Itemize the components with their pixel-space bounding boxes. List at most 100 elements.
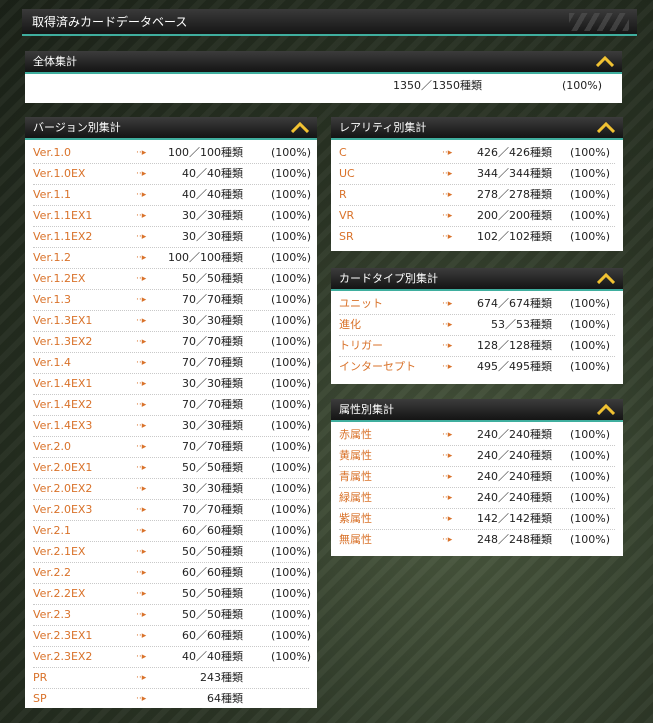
list-row: Ver.1.2EX ··▸ 50／50種類 (100%) — [33, 269, 311, 290]
list-row: 黄属性 ··▸ 240／240種類 (100%) — [339, 446, 615, 467]
row-label[interactable]: Ver.1.2EX — [33, 269, 85, 289]
list-row: PR ··▸ 243種類 — [33, 668, 309, 689]
row-label[interactable]: Ver.1.4EX3 — [33, 416, 92, 436]
row-count: 70／70種類 — [182, 335, 243, 348]
row-label[interactable]: Ver.1.2 — [33, 248, 71, 268]
dotted-arrow-icon: ··▸ — [442, 341, 453, 351]
row-label[interactable]: 赤属性 — [339, 425, 372, 445]
row-label[interactable]: 進化 — [339, 315, 361, 335]
list-row: C ··▸ 426／426種類 (100%) — [339, 143, 615, 164]
row-label[interactable]: Ver.1.0 — [33, 143, 71, 163]
row-label[interactable]: VR — [339, 206, 354, 226]
row-label[interactable]: Ver.1.1EX1 — [33, 206, 92, 226]
row-percent: (100%) — [569, 512, 610, 525]
row-label[interactable]: ユニット — [339, 294, 383, 314]
dotted-arrow-icon: ··▸ — [136, 169, 147, 179]
row-label[interactable]: Ver.2.2EX — [33, 584, 85, 604]
row-label[interactable]: Ver.1.3EX2 — [33, 332, 92, 352]
row-label[interactable]: Ver.2.1EX — [33, 542, 85, 562]
row-label[interactable]: SR — [339, 227, 354, 247]
dotted-arrow-icon: ··▸ — [136, 568, 147, 578]
overall-count: 1350／1350種類 — [393, 79, 482, 92]
row-label[interactable]: 紫属性 — [339, 509, 372, 529]
row-label[interactable]: Ver.1.1EX2 — [33, 227, 92, 247]
collapse-chevron-icon[interactable] — [597, 121, 615, 133]
dotted-arrow-icon: ··▸ — [136, 295, 147, 305]
dotted-arrow-icon: ··▸ — [136, 526, 147, 536]
dotted-arrow-icon: ··▸ — [136, 253, 147, 263]
row-percent: (100%) — [270, 566, 311, 579]
list-row: Ver.2.2EX ··▸ 50／50種類 (100%) — [33, 584, 311, 605]
row-percent: (100%) — [270, 440, 311, 453]
row-percent: (100%) — [270, 209, 311, 222]
list-row: Ver.2.0 ··▸ 70／70種類 (100%) — [33, 437, 311, 458]
row-label[interactable]: PR — [33, 668, 47, 688]
dotted-arrow-icon: ··▸ — [136, 358, 147, 368]
row-label[interactable]: R — [339, 185, 347, 205]
attribute-panel-header: 属性別集計 — [331, 399, 623, 422]
row-count: 100／100種類 — [168, 251, 243, 264]
row-count: 50／50種類 — [182, 272, 243, 285]
row-label[interactable]: 無属性 — [339, 530, 372, 550]
rarity-panel-header: レアリティ別集計 — [331, 117, 623, 140]
collapse-chevron-icon[interactable] — [597, 403, 615, 415]
row-percent: (100%) — [569, 470, 610, 483]
row-count: 40／40種類 — [182, 650, 243, 663]
row-label[interactable]: Ver.1.3EX1 — [33, 311, 92, 331]
row-percent: (100%) — [270, 587, 311, 600]
list-row: Ver.1.3EX1 ··▸ 30／30種類 (100%) — [33, 311, 311, 332]
row-percent: (100%) — [569, 146, 610, 159]
row-label[interactable]: Ver.1.0EX — [33, 164, 85, 184]
row-percent: (100%) — [569, 188, 610, 201]
row-label[interactable]: Ver.1.1 — [33, 185, 71, 205]
row-label[interactable]: Ver.2.0EX1 — [33, 458, 92, 478]
row-label[interactable]: Ver.1.4EX2 — [33, 395, 92, 415]
row-label[interactable]: 黄属性 — [339, 446, 372, 466]
list-row: Ver.1.2 ··▸ 100／100種類 (100%) — [33, 248, 311, 269]
dotted-arrow-icon: ··▸ — [136, 211, 147, 221]
row-count: 30／30種類 — [182, 209, 243, 222]
row-count: 344／344種類 — [477, 167, 552, 180]
row-count: 278／278種類 — [477, 188, 552, 201]
overall-total-row: 1350／1350種類 (100%) — [25, 74, 622, 98]
dotted-arrow-icon: ··▸ — [136, 274, 147, 284]
dotted-arrow-icon: ··▸ — [442, 320, 453, 330]
rarity-panel-title: レアリティ別集計 — [339, 121, 427, 134]
collapse-chevron-icon[interactable] — [597, 272, 615, 284]
row-label[interactable]: Ver.2.3 — [33, 605, 71, 625]
collapse-chevron-icon[interactable] — [291, 121, 309, 133]
row-label[interactable]: SP — [33, 689, 47, 709]
row-label[interactable]: 緑属性 — [339, 488, 372, 508]
row-percent: (100%) — [569, 230, 610, 243]
list-row: インターセプト ··▸ 495／495種類 (100%) — [339, 357, 615, 377]
row-label[interactable]: Ver.1.4 — [33, 353, 71, 373]
row-label[interactable]: トリガー — [339, 336, 383, 356]
dotted-arrow-icon: ··▸ — [136, 652, 147, 662]
row-label[interactable]: Ver.2.0EX2 — [33, 479, 92, 499]
row-label[interactable]: インターセプト — [339, 357, 416, 377]
row-label[interactable]: Ver.2.0EX3 — [33, 500, 92, 520]
row-label[interactable]: 青属性 — [339, 467, 372, 487]
row-label[interactable]: C — [339, 143, 347, 163]
list-row: Ver.1.4EX1 ··▸ 30／30種類 (100%) — [33, 374, 311, 395]
row-label[interactable]: Ver.1.3 — [33, 290, 71, 310]
collapse-chevron-icon[interactable] — [596, 55, 614, 67]
row-percent: (100%) — [569, 449, 610, 462]
row-label[interactable]: Ver.2.2 — [33, 563, 71, 583]
dotted-arrow-icon: ··▸ — [442, 190, 453, 200]
row-count: 240／240種類 — [477, 470, 552, 483]
dotted-arrow-icon: ··▸ — [136, 316, 147, 326]
row-label[interactable]: Ver.2.3EX1 — [33, 626, 92, 646]
row-label[interactable]: Ver.2.0 — [33, 437, 71, 457]
overall-percent: (100%) — [561, 79, 602, 92]
list-row: Ver.2.0EX3 ··▸ 70／70種類 (100%) — [33, 500, 311, 521]
version-panel-title: バージョン別集計 — [33, 121, 121, 134]
row-label[interactable]: Ver.1.4EX1 — [33, 374, 92, 394]
row-label[interactable]: Ver.2.1 — [33, 521, 71, 541]
row-label[interactable]: Ver.2.3EX2 — [33, 647, 92, 667]
list-row: Ver.2.3EX1 ··▸ 60／60種類 (100%) — [33, 626, 311, 647]
row-label[interactable]: UC — [339, 164, 355, 184]
row-percent: (100%) — [569, 428, 610, 441]
dotted-arrow-icon: ··▸ — [442, 514, 453, 524]
row-percent: (100%) — [270, 524, 311, 537]
